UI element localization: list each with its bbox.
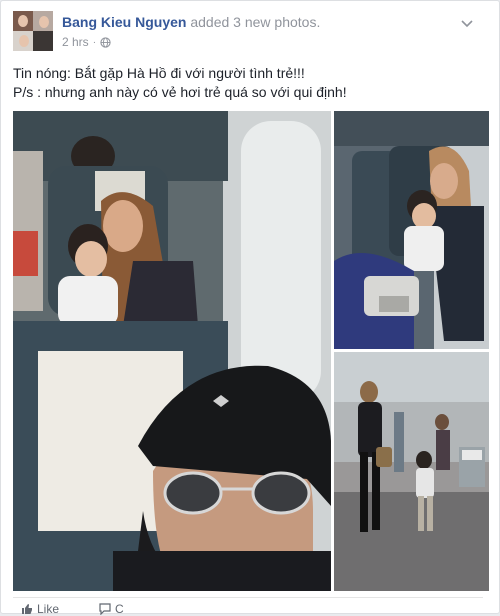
post-actions: Like C: [13, 597, 483, 616]
post-card: Bang Kieu Nguyen added 3 new photos. 2 h…: [0, 0, 500, 616]
photo-grid: [13, 111, 489, 591]
post-text: Tin nóng: Bắt gặp Hà Hồ đi với người tìn…: [13, 64, 483, 102]
post-headline: Bang Kieu Nguyen added 3 new photos.: [62, 14, 320, 30]
post-text-line-1: Tin nóng: Bắt gặp Hà Hồ đi với người tìn…: [13, 65, 305, 81]
post-meta: 2 hrs ·: [62, 35, 111, 49]
globe-icon[interactable]: [100, 36, 111, 48]
photo-airport-walk[interactable]: [334, 352, 489, 591]
post-action-text: added 3 new photos.: [190, 14, 321, 30]
post-text-line-2: P/s : nhưng anh này có vẻ hơi trẻ quá so…: [13, 84, 347, 100]
meta-separator: ·: [92, 36, 97, 48]
post-header: Bang Kieu Nguyen added 3 new photos. 2 h…: [13, 11, 483, 55]
comment-icon: [99, 603, 111, 615]
chevron-down-icon[interactable]: [457, 17, 477, 31]
avatar[interactable]: [13, 11, 53, 51]
timestamp[interactable]: 2 hrs: [62, 35, 89, 49]
photo-woman-child-seat[interactable]: [334, 111, 489, 349]
author-name[interactable]: Bang Kieu Nguyen: [62, 14, 186, 30]
thumbs-up-icon: [22, 604, 32, 614]
photo-selfie-airplane[interactable]: [13, 111, 331, 591]
